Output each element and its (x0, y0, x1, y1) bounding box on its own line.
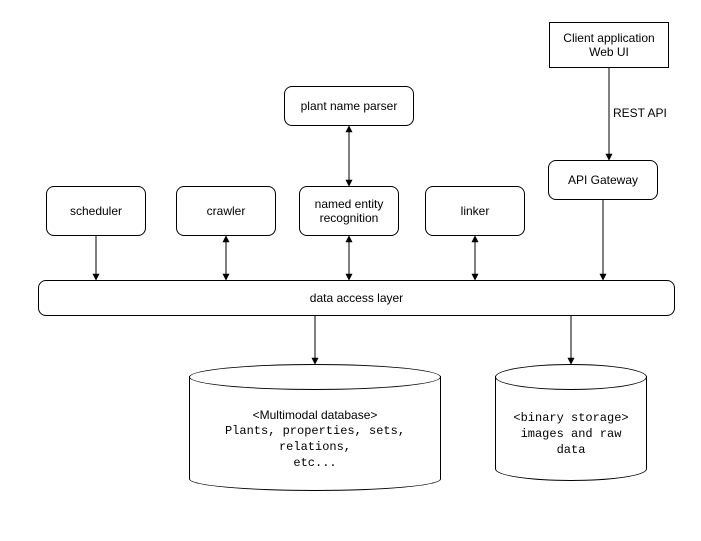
multimodal-line1: Plants, properties, sets, (225, 423, 405, 439)
binary-storage-cylinder: <binary storage> images and raw data (495, 376, 647, 481)
client-line2: Web UI (563, 45, 654, 59)
crawler-label: crawler (207, 204, 246, 218)
ner-label: named entity recognition (315, 197, 384, 225)
binary-header: <binary storage> (513, 410, 628, 426)
scheduler-label: scheduler (70, 204, 122, 218)
binary-line2: data (557, 442, 586, 458)
crawler-box: crawler (176, 186, 276, 236)
ner-box: named entity recognition (299, 186, 399, 236)
rest-api-label: REST API (613, 106, 667, 120)
multimodal-line2: relations, (279, 439, 351, 455)
dal-label: data access layer (310, 291, 403, 305)
multimodal-header: <Multimodal database> (253, 407, 378, 423)
multimodal-line3: etc... (293, 455, 336, 471)
client-line1: Client application (563, 31, 654, 45)
parser-label: plant name parser (301, 99, 398, 113)
linker-label: linker (461, 204, 490, 218)
plant-name-parser-box: plant name parser (284, 86, 414, 126)
binary-line1: images and raw (521, 426, 622, 442)
linker-box: linker (425, 186, 525, 236)
client-application-box: Client application Web UI (549, 22, 669, 68)
gateway-label: API Gateway (568, 173, 638, 187)
data-access-layer-box: data access layer (38, 280, 675, 316)
api-gateway-box: API Gateway (548, 160, 658, 200)
multimodal-db-cylinder: <Multimodal database> Plants, properties… (189, 376, 441, 491)
scheduler-box: scheduler (46, 186, 146, 236)
